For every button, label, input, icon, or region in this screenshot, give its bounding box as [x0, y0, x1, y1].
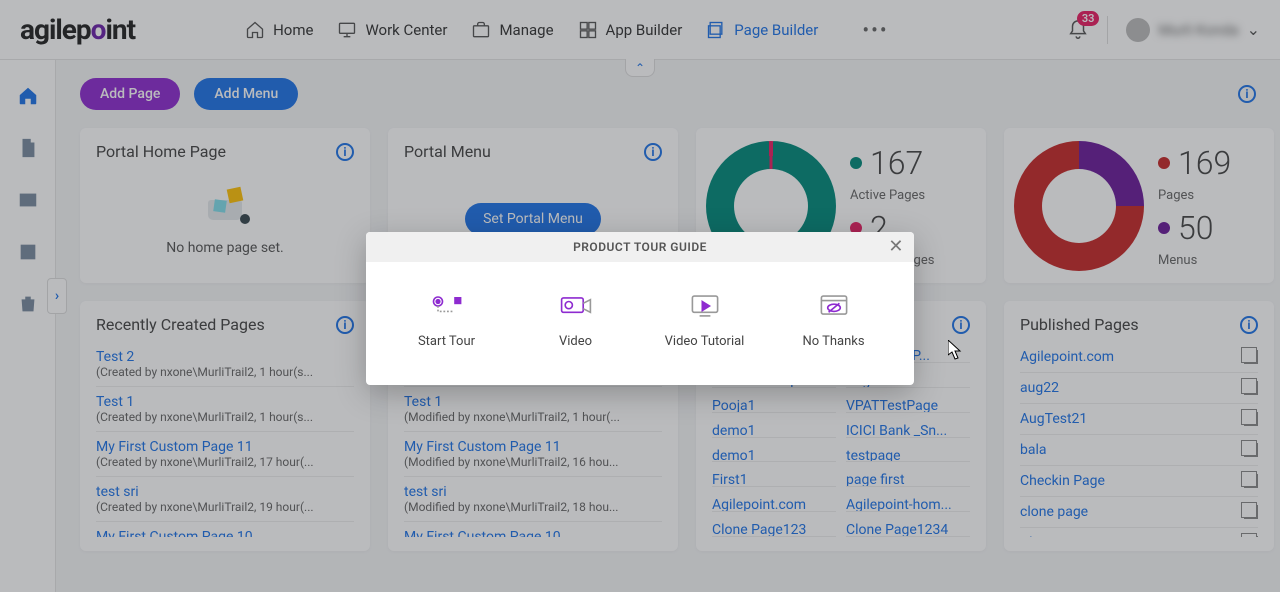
modal-header: PRODUCT TOUR GUIDE ✕ — [366, 232, 914, 262]
product-tour-modal: PRODUCT TOUR GUIDE ✕ Start Tour Video Vi… — [366, 232, 914, 385]
video-tutorial-label: Video Tutorial — [665, 334, 745, 349]
video-option[interactable]: Video — [521, 292, 631, 349]
modal-title: PRODUCT TOUR GUIDE — [573, 240, 707, 254]
camera-icon — [558, 292, 594, 320]
hide-icon — [816, 292, 852, 320]
start-tour-label: Start Tour — [418, 334, 475, 349]
start-tour-option[interactable]: Start Tour — [392, 292, 502, 349]
video-tutorial-option[interactable]: Video Tutorial — [650, 292, 760, 349]
video-label: Video — [559, 334, 592, 349]
play-screen-icon — [687, 292, 723, 320]
close-icon[interactable]: ✕ — [888, 236, 904, 257]
no-thanks-label: No Thanks — [802, 334, 864, 349]
map-pin-icon — [429, 292, 465, 320]
no-thanks-option[interactable]: No Thanks — [779, 292, 889, 349]
